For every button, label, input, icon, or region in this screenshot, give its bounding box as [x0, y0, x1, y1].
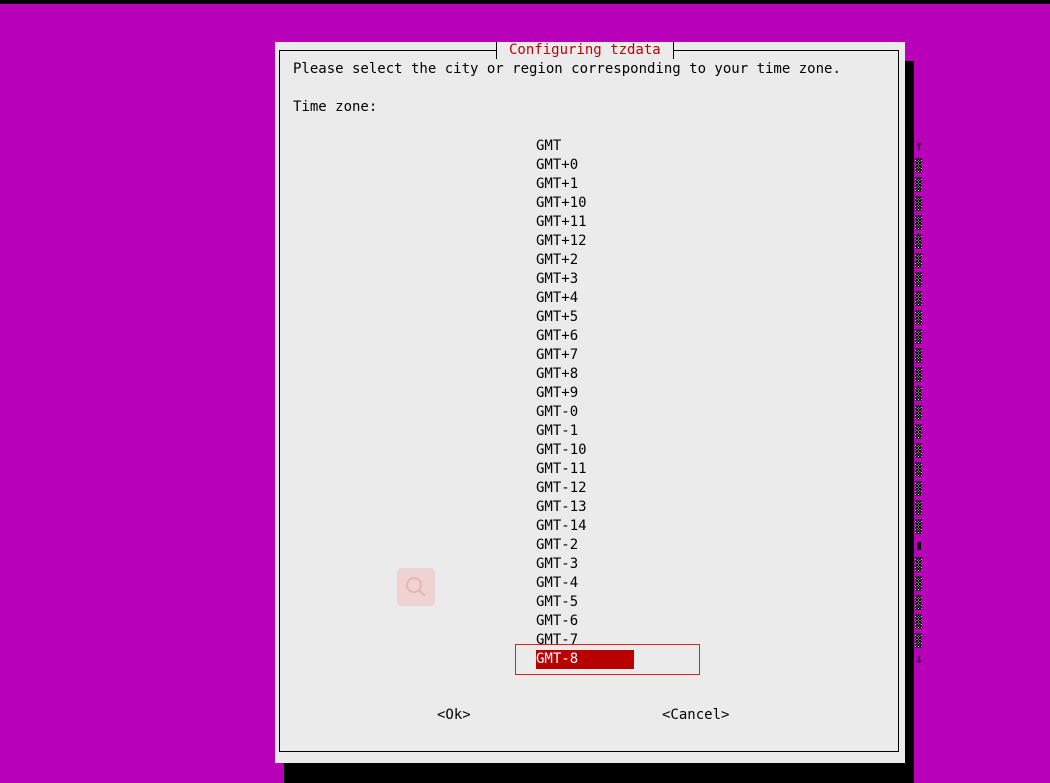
time-zone-option-label: GMT-13 [536, 499, 587, 515]
time-zone-option[interactable]: GMT-14 [536, 517, 922, 536]
time-zone-option[interactable]: GMT+8 [536, 365, 922, 384]
scrollbar-track[interactable] [915, 519, 922, 534]
time-zone-option-label: GMT+7 [536, 347, 579, 363]
scrollbar-track[interactable] [915, 196, 922, 211]
scrollbar-track[interactable] [915, 462, 922, 477]
time-zone-option-label: GMT+0 [536, 157, 579, 173]
scrollbar-track[interactable] [915, 177, 922, 192]
time-zone-option[interactable]: GMT-6 [536, 612, 922, 631]
time-zone-option-label: GMT+10 [536, 195, 587, 211]
time-zone-option-label: GMT+11 [536, 214, 587, 230]
time-zone-option[interactable]: GMT+12 [536, 232, 922, 251]
scrollbar-thumb[interactable] [917, 542, 921, 550]
time-zone-option-label: GMT-5 [536, 594, 579, 610]
time-zone-label: Time zone: [293, 99, 378, 115]
scrollbar-track[interactable] [915, 348, 922, 363]
search-icon [397, 568, 435, 606]
scrollbar-track[interactable] [915, 595, 922, 610]
dialog-shadow-bottom [284, 763, 914, 783]
time-zone-option[interactable]: GMT+5 [536, 308, 922, 327]
scrollbar-track[interactable] [915, 614, 922, 629]
time-zone-option[interactable]: GMT-3 [536, 555, 922, 574]
time-zone-option-label: GMT+5 [536, 309, 579, 325]
time-zone-option-label: GMT-12 [536, 480, 587, 496]
scrollbar-track[interactable] [915, 424, 922, 439]
time-zone-option[interactable]: GMT-2 [536, 536, 921, 555]
time-zone-option[interactable]: GMT+11 [536, 213, 922, 232]
scrollbar-track[interactable] [915, 367, 922, 382]
time-zone-option[interactable]: GMT+4 [536, 289, 922, 308]
time-zone-option-label: GMT+4 [536, 290, 579, 306]
scrollbar-track[interactable] [915, 443, 922, 458]
time-zone-option[interactable]: GMT-13 [536, 498, 922, 517]
time-zone-option-label: GMT [536, 138, 562, 154]
dialog-prompt: Please select the city or region corresp… [293, 61, 841, 77]
time-zone-option[interactable]: GMT-1 [536, 422, 922, 441]
dialog-title: Configuring tzdata [496, 42, 674, 59]
scroll-down-arrow-icon[interactable]: ↓ [915, 650, 923, 669]
time-zone-option[interactable]: GMT+2 [536, 251, 922, 270]
scrollbar-track[interactable] [915, 291, 922, 306]
time-zone-option[interactable]: GMT-11 [536, 460, 922, 479]
scrollbar-track[interactable] [915, 557, 922, 572]
scrollbar-track[interactable] [915, 253, 922, 268]
time-zone-option[interactable]: GMT-0 [536, 403, 922, 422]
ok-button[interactable]: <Ok> [437, 706, 471, 725]
scrollbar-track[interactable] [915, 576, 922, 591]
time-zone-list[interactable]: GMT ↑ GMT+0 GMT+1 GMT+10 GMT+11 GMT+12 GMT+2 GMT… [536, 137, 923, 669]
time-zone-option[interactable]: GMT+1 [536, 175, 922, 194]
time-zone-option-label: GMT+8 [536, 366, 579, 382]
time-zone-option-label: GMT-11 [536, 461, 587, 477]
time-zone-option[interactable]: GMT+7 [536, 346, 922, 365]
selection-highlight-box [515, 644, 700, 675]
time-zone-option-label: GMT+3 [536, 271, 579, 287]
scrollbar-track[interactable] [915, 481, 922, 496]
cancel-button[interactable]: <Cancel> [662, 706, 729, 725]
time-zone-option-label: GMT-2 [536, 537, 579, 553]
scrollbar-track[interactable] [915, 234, 922, 249]
time-zone-option[interactable]: GMT+9 [536, 384, 922, 403]
time-zone-option[interactable]: GMT+3 [536, 270, 922, 289]
time-zone-option[interactable]: GMT-4 [536, 574, 922, 593]
time-zone-option-label: GMT-3 [536, 556, 579, 572]
time-zone-option-label: GMT+12 [536, 233, 587, 249]
time-zone-option[interactable]: GMT+6 [536, 327, 922, 346]
time-zone-option[interactable]: GMT+0 [536, 156, 922, 175]
time-zone-option-label: GMT-4 [536, 575, 579, 591]
terminal-top-bar [0, 0, 1050, 4]
scrollbar-track[interactable] [915, 272, 922, 287]
time-zone-option[interactable]: GMT-12 [536, 479, 922, 498]
dialog-shadow-right [905, 61, 914, 783]
scrollbar-track[interactable] [915, 500, 922, 515]
time-zone-option-label: GMT-10 [536, 442, 587, 458]
time-zone-option-label: GMT-6 [536, 613, 579, 629]
time-zone-option-label: GMT+9 [536, 385, 579, 401]
time-zone-option-label: GMT+2 [536, 252, 579, 268]
scrollbar-track[interactable] [915, 310, 922, 325]
time-zone-option-label: GMT+1 [536, 176, 579, 192]
time-zone-option[interactable]: GMT-10 [536, 441, 922, 460]
time-zone-option-label: GMT-0 [536, 404, 579, 420]
scrollbar-track[interactable] [915, 386, 922, 401]
time-zone-option[interactable]: GMT ↑ [536, 137, 923, 156]
scrollbar-track[interactable] [915, 215, 922, 230]
time-zone-option-label: GMT-1 [536, 423, 579, 439]
scrollbar-track[interactable] [915, 405, 922, 420]
scrollbar-track[interactable] [915, 329, 922, 344]
scrollbar-track[interactable] [915, 158, 922, 173]
tzdata-dialog: Configuring tzdata Please select the cit… [275, 42, 923, 763]
scroll-up-arrow-icon[interactable]: ↑ [915, 137, 923, 156]
time-zone-option[interactable]: GMT+10 [536, 194, 922, 213]
time-zone-option-label: GMT+6 [536, 328, 579, 344]
scrollbar-track[interactable] [915, 633, 922, 648]
time-zone-option-label: GMT-14 [536, 518, 587, 534]
time-zone-option[interactable]: GMT-5 [536, 593, 922, 612]
